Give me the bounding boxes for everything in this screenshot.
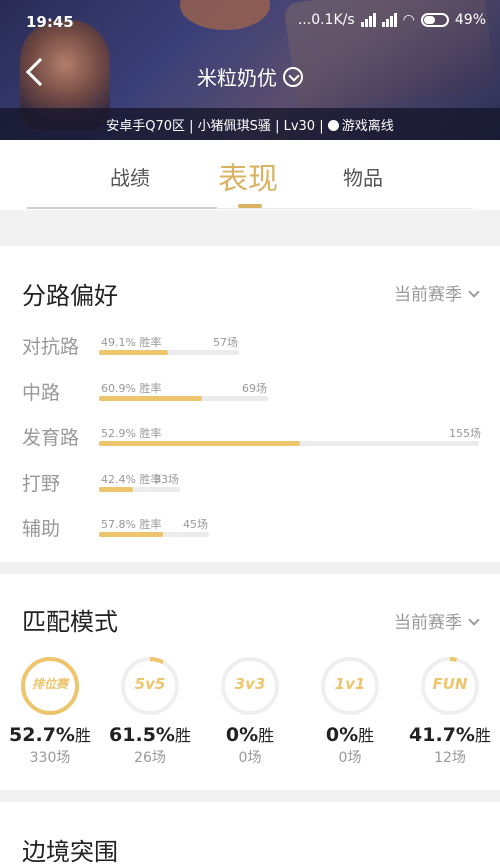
lane-bar-track: [99, 441, 479, 446]
mode-games: 0场: [238, 750, 262, 766]
signal-icon: [360, 13, 376, 27]
chevron-down-icon: [468, 286, 480, 298]
lane-row: 打野 42.4% 胜率 33场: [0, 469, 500, 509]
battery-level: 49%: [454, 12, 486, 28]
page-title[interactable]: 米粒奶优: [0, 62, 500, 91]
player-info: 安卓手Q70区 | 小猪佩琪S骚 | Lv30 | 游戏离线: [0, 115, 500, 134]
lane-preference-card: 分路偏好 当前赛季 对抗路 49.1% 胜率 57场中路 60.9% 胜率 69场发育路…: [0, 246, 500, 562]
mode-label: 1v1: [334, 675, 366, 693]
lane-row: 对抗路 49.1% 胜率 57场: [0, 332, 500, 372]
mode-win-value: 0%: [225, 724, 259, 746]
mode-label: 5v5: [134, 675, 166, 693]
tab-scroll-indicator: [27, 207, 217, 209]
mode-ring-icon: 5v5: [120, 656, 180, 716]
mode-win-rate: 0%胜: [300, 722, 400, 746]
season-label: 当前赛季: [394, 285, 462, 305]
mode-win-value: 52.7%: [9, 724, 75, 746]
wifi-icon: ◠: [402, 12, 415, 28]
season-selector[interactable]: 当前赛季: [394, 608, 480, 633]
mode-item[interactable]: 5v5 61.5%胜 26场: [100, 656, 200, 767]
lane-row: 辅助 57.8% 胜率 45场: [0, 514, 500, 554]
mode-ring-icon: 3v3: [220, 656, 280, 716]
battery-icon: [420, 13, 449, 27]
tab-bar: 战绩 表现 物品: [0, 140, 500, 210]
lane-name: 打野: [22, 472, 61, 495]
lane-games: 57场: [213, 336, 238, 349]
lane-bar-fill: [99, 532, 163, 537]
border-breakout-title: 边境突围: [22, 838, 118, 866]
player-name: 米粒奶优: [197, 66, 277, 90]
lane-games: 155场: [449, 427, 481, 440]
lane-row: 中路 60.9% 胜率 69场: [0, 378, 500, 418]
mode-win-value: 61.5%: [109, 724, 175, 746]
mode-label: FUN: [432, 675, 468, 693]
network-speed: ...0.1K/s: [297, 12, 355, 28]
season-label: 当前赛季: [394, 613, 462, 633]
chevron-down-icon[interactable]: [283, 67, 303, 87]
mode-ring-icon: FUN: [420, 656, 480, 716]
lane-games: 33场: [154, 472, 179, 486]
win-suffix: 胜: [474, 726, 491, 745]
mode-item[interactable]: FUN 41.7%胜 12场: [400, 656, 500, 767]
lane-bar-fill: [99, 441, 300, 446]
mode-label: 排位赛: [31, 677, 68, 691]
mode-win-rate: 61.5%胜: [100, 722, 200, 746]
mode-win-value: 41.7%: [409, 724, 475, 746]
lane-name: 中路: [22, 381, 61, 404]
mode-games: 12场: [434, 750, 466, 766]
mode-label: 3v3: [234, 675, 266, 693]
mode-games: 330场: [29, 750, 71, 766]
lane-bar-track: [99, 532, 209, 537]
signal-icon: [381, 13, 397, 27]
lane-bar-fill: [99, 395, 202, 401]
mode-ring-icon: 1v1: [320, 656, 380, 716]
mode-win-rate: 52.7%胜: [0, 722, 100, 746]
status-time: 19:45: [26, 13, 74, 31]
lane-bar-track: [99, 486, 180, 492]
border-breakout-card: 边境突围: [0, 802, 500, 866]
win-suffix: 胜: [258, 726, 275, 745]
tab-items[interactable]: 物品: [343, 162, 383, 232]
lane-win-rate: 60.9% 胜率: [101, 381, 162, 395]
chevron-down-icon: [468, 614, 480, 626]
status-icons: ...0.1K/s ◠ 49%: [298, 12, 486, 28]
lane-games: 45场: [183, 518, 208, 531]
online-status: 游戏离线: [341, 119, 394, 134]
tab-active-indicator: [238, 204, 262, 208]
status-bar: 19:45 ...0.1K/s ◠ 49%: [0, 0, 500, 44]
lane-win-rate: 49.1% 胜率: [101, 336, 162, 349]
lane-row: 发育路 52.9% 胜率 155场: [0, 423, 500, 463]
lane-name: 辅助: [22, 518, 61, 540]
lane-games: 69场: [242, 381, 267, 395]
player-info-text: 安卓手Q70区 | 小猪佩琪S骚 | Lv30 |: [106, 119, 324, 134]
mode-games: 26场: [134, 750, 166, 766]
win-suffix: 胜: [174, 726, 191, 745]
mode-item[interactable]: 3v3 0%胜 0场: [200, 656, 300, 767]
mode-win-rate: 41.7%胜: [400, 722, 500, 746]
lane-preference-title: 分路偏好: [22, 282, 118, 310]
match-mode-title: 匹配模式: [22, 608, 118, 636]
lane-win-rate: 52.9% 胜率: [101, 427, 162, 440]
tab-performance[interactable]: 表现: [218, 154, 278, 224]
mode-win-rate: 0%胜: [200, 722, 300, 746]
status-dot-icon: [327, 120, 339, 131]
lane-bar-fill: [99, 486, 133, 492]
lane-win-rate: 57.8% 胜率: [101, 518, 162, 531]
tab-record[interactable]: 战绩: [110, 162, 150, 232]
lane-name: 发育路: [22, 427, 80, 449]
season-selector[interactable]: 当前赛季: [394, 280, 480, 305]
mode-games: 0场: [338, 750, 362, 766]
win-suffix: 胜: [358, 726, 375, 745]
lane-bar-track: [99, 395, 268, 401]
mode-win-value: 0%: [325, 724, 359, 746]
mode-ring-icon: 排位赛: [20, 656, 80, 716]
lane-name: 对抗路: [22, 336, 80, 358]
mode-item[interactable]: 排位赛 52.7%胜 330场: [0, 656, 100, 767]
lane-bar-fill: [99, 350, 168, 355]
win-suffix: 胜: [74, 726, 91, 745]
lane-win-rate: 42.4% 胜率: [101, 472, 162, 486]
lane-bar-track: [99, 350, 239, 355]
mode-item[interactable]: 1v1 0%胜 0场: [300, 656, 400, 767]
